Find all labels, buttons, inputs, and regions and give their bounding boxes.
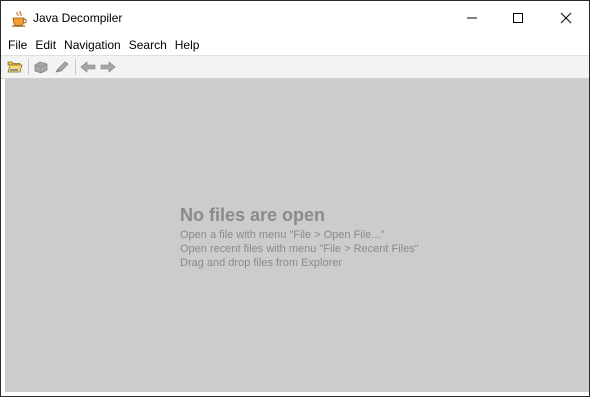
- empty-state-hint-drag-drop: Drag and drop files from Explorer: [180, 257, 343, 269]
- maximize-button[interactable]: [495, 1, 541, 35]
- open-type-icon: [34, 61, 48, 74]
- menu-help[interactable]: Help: [171, 35, 204, 55]
- empty-state-hint-open-file: Open a file with menu "File > Open File.…: [180, 229, 385, 241]
- open-folder-icon: [7, 61, 23, 73]
- menu-bar: File Edit Navigation Search Help: [1, 35, 589, 55]
- window-title: Java Decompiler: [33, 11, 123, 25]
- title-bar[interactable]: Java Decompiler: [1, 1, 589, 35]
- open-type-button[interactable]: [32, 58, 50, 76]
- menu-search[interactable]: Search: [125, 35, 171, 55]
- maximize-icon: [513, 13, 523, 23]
- back-arrow-icon: [80, 61, 96, 73]
- close-button[interactable]: [543, 1, 589, 35]
- minimize-button[interactable]: [449, 1, 495, 35]
- empty-state-hint-recent-files: Open recent files with menu "File > Rece…: [180, 243, 419, 255]
- back-button[interactable]: [79, 58, 97, 76]
- forward-arrow-icon: [100, 61, 116, 73]
- minimize-icon: [467, 17, 477, 19]
- forward-button[interactable]: [99, 58, 117, 76]
- main-content-area[interactable]: No files are open Open a file with menu …: [5, 79, 589, 392]
- menu-edit[interactable]: Edit: [31, 35, 60, 55]
- toolbar: [1, 55, 589, 79]
- coffee-cup-icon: [10, 10, 28, 28]
- search-button[interactable]: [53, 58, 71, 76]
- app-window: Java Decompiler File Edit Navigation Sea…: [0, 0, 590, 397]
- menu-file[interactable]: File: [4, 35, 31, 55]
- search-tool-icon: [55, 61, 69, 73]
- open-file-button[interactable]: [6, 58, 24, 76]
- close-icon: [560, 12, 572, 24]
- menu-navigation[interactable]: Navigation: [60, 35, 125, 55]
- empty-state-title: No files are open: [180, 205, 326, 225]
